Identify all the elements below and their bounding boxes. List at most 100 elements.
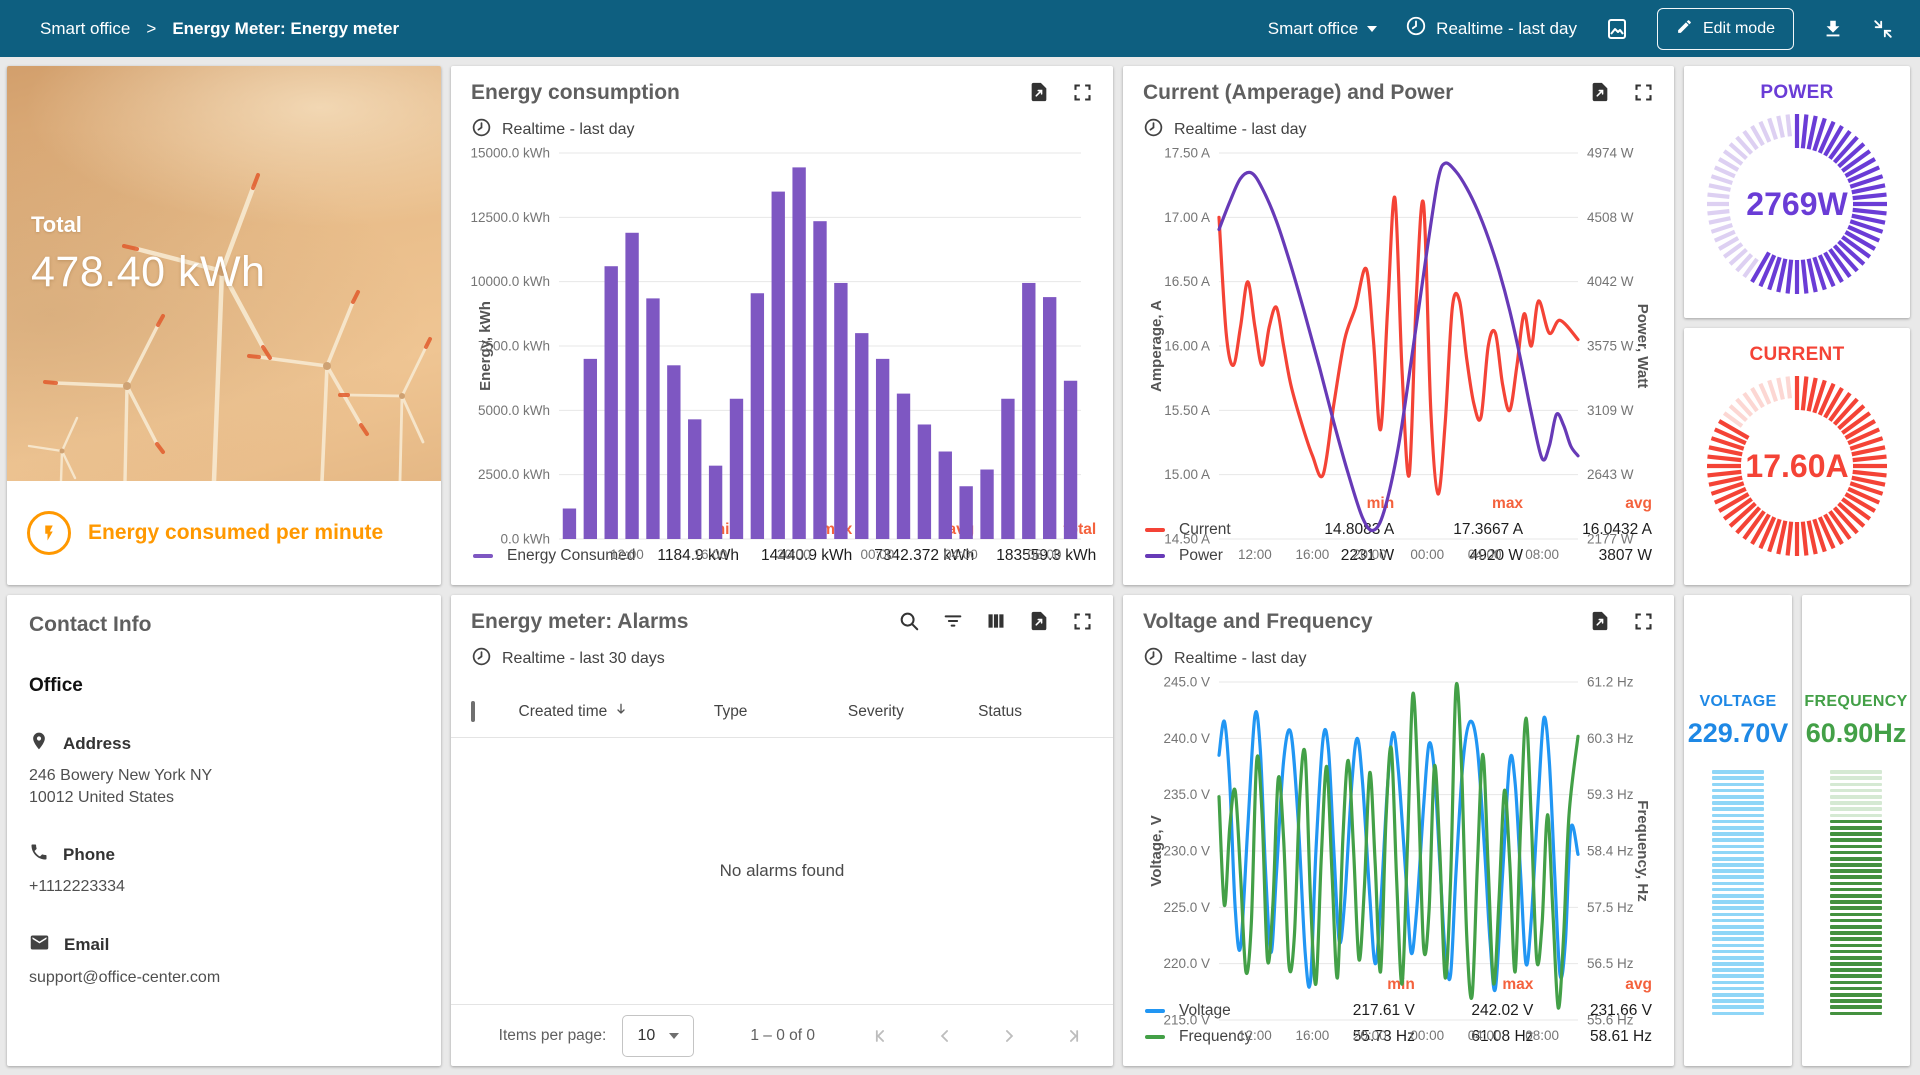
phone-value: +1112223334	[29, 876, 419, 898]
edit-mode-label: Edit mode	[1703, 20, 1775, 38]
timewindow-label: Realtime - last day	[502, 121, 635, 139]
svg-text:2643 W: 2643 W	[1587, 467, 1634, 482]
page-size-select[interactable]: 10	[622, 1015, 694, 1057]
frequency-gauge-value: 60.90Hz	[1806, 718, 1907, 749]
svg-text:15.00 A: 15.00 A	[1164, 467, 1210, 482]
svg-text:61.2 Hz: 61.2 Hz	[1587, 675, 1634, 690]
current-radial-gauge: 17.60A	[1703, 372, 1891, 565]
flash-icon	[27, 511, 71, 555]
svg-text:12:00: 12:00	[1238, 1028, 1272, 1043]
address-line-2: 10012 United States	[29, 787, 419, 809]
email-label: Email	[64, 935, 109, 955]
svg-text:58.4 Hz: 58.4 Hz	[1587, 844, 1634, 859]
clock-icon	[471, 117, 492, 143]
svg-text:12500.0 kWh: 12500.0 kWh	[471, 210, 550, 225]
page-size-value: 10	[637, 1027, 655, 1045]
timewindow-button[interactable]: Realtime - last day	[1405, 15, 1577, 42]
svg-text:17.00 A: 17.00 A	[1164, 210, 1210, 225]
svg-text:20:00: 20:00	[1353, 547, 1387, 562]
svg-text:00:00: 00:00	[1410, 547, 1444, 562]
svg-text:00:00: 00:00	[861, 547, 895, 562]
svg-text:Amperage, A: Amperage, A	[1148, 300, 1165, 392]
svg-text:3575 W: 3575 W	[1587, 339, 1634, 354]
email-value: support@office-center.com	[29, 967, 419, 989]
first-page-icon[interactable]	[871, 1026, 891, 1046]
fullscreen-icon[interactable]	[1072, 82, 1093, 103]
svg-text:5000.0 kWh: 5000.0 kWh	[478, 403, 550, 418]
collapse-icon[interactable]	[1872, 18, 1894, 40]
voltage-gauge-card: VOLTAGE 229.70V	[1684, 595, 1792, 1066]
frequency-level-gauge	[1830, 769, 1882, 1017]
no-alarms-message: No alarms found	[451, 738, 1113, 1004]
svg-text:56.5 Hz: 56.5 Hz	[1587, 956, 1634, 971]
svg-text:Power, Watt: Power, Watt	[1634, 304, 1651, 388]
svg-text:17.60A: 17.60A	[1745, 448, 1848, 484]
alarms-timewindow[interactable]: Realtime - last 30 days	[451, 646, 1113, 672]
fullscreen-icon[interactable]	[1072, 611, 1093, 632]
svg-text:Energy, kWh: Energy, kWh	[477, 301, 494, 391]
column-status[interactable]: Status	[978, 703, 1093, 721]
amperage-power-line-chart: 17.50 A4974 W17.00 A4508 W16.50 A4042 W1…	[1143, 143, 1654, 489]
energy-chart-timewindow[interactable]: Realtime - last day	[471, 117, 1093, 143]
amperage-power-card: Current (Amperage) and Power Realtime - …	[1123, 66, 1674, 585]
columns-icon[interactable]	[986, 611, 1006, 631]
address-line-1: 246 Bowery New York NY	[29, 765, 419, 787]
current-gauge-title: CURRENT	[1750, 344, 1845, 366]
clock-icon	[1143, 117, 1164, 143]
svg-text:10000.0 kWh: 10000.0 kWh	[471, 274, 550, 289]
total-label: Total	[31, 212, 265, 238]
column-severity[interactable]: Severity	[848, 703, 978, 721]
contact-title: Contact Info	[29, 613, 419, 637]
fullscreen-icon[interactable]	[1633, 82, 1654, 103]
page-range-label: 1 – 0 of 0	[750, 1027, 815, 1045]
voltage-gauge-title: VOLTAGE	[1699, 693, 1776, 711]
export-file-icon[interactable]	[1589, 610, 1611, 632]
svg-text:17.50 A: 17.50 A	[1164, 146, 1210, 161]
export-file-icon[interactable]	[1028, 81, 1050, 103]
search-icon[interactable]	[898, 610, 920, 632]
last-page-icon[interactable]	[1063, 1026, 1083, 1046]
edit-mode-button[interactable]: Edit mode	[1657, 8, 1794, 50]
energy-consumption-card: Energy consumption Realtime - last day 1…	[451, 66, 1113, 585]
voltage-frequency-timewindow[interactable]: Realtime - last day	[1143, 646, 1654, 672]
voltage-gauge-value: 229.70V	[1688, 718, 1789, 749]
svg-text:245.0 V: 245.0 V	[1163, 675, 1210, 690]
svg-text:2500.0 kWh: 2500.0 kWh	[478, 467, 550, 482]
filter-icon[interactable]	[942, 610, 964, 632]
edit-pencil-icon	[1676, 18, 1693, 40]
entity-select[interactable]: Smart office	[1268, 19, 1377, 39]
svg-text:240.0 V: 240.0 V	[1163, 731, 1210, 746]
export-file-icon[interactable]	[1028, 610, 1050, 632]
sort-desc-icon	[613, 701, 629, 722]
download-icon[interactable]	[1822, 18, 1844, 40]
amperage-power-timewindow[interactable]: Realtime - last day	[1143, 117, 1654, 143]
phone-label: Phone	[63, 845, 115, 865]
column-created-time[interactable]: Created time	[519, 701, 714, 722]
power-gauge-card: POWER 2769W	[1684, 66, 1910, 318]
column-type[interactable]: Type	[714, 703, 848, 721]
clock-icon	[1405, 15, 1427, 42]
dashboard-image-icon[interactable]	[1605, 17, 1629, 41]
breadcrumb-root[interactable]: Smart office	[40, 19, 130, 39]
select-all-checkbox[interactable]	[471, 701, 475, 722]
power-gauge-title: POWER	[1760, 82, 1833, 104]
alarms-card: Energy meter: Alarms	[451, 595, 1113, 1066]
frequency-gauge-card: FREQUENCY 60.90Hz	[1802, 595, 1910, 1066]
prev-page-icon[interactable]	[935, 1026, 955, 1046]
alarms-title: Energy meter: Alarms	[471, 610, 688, 634]
current-gauge-card: CURRENT 17.60A	[1684, 328, 1910, 585]
svg-text:08:00: 08:00	[1525, 547, 1559, 562]
svg-text:60.3 Hz: 60.3 Hz	[1587, 731, 1634, 746]
dropdown-caret-icon	[669, 1033, 679, 1039]
total-energy-card: Total 478.40 kWh Energy consumed per min…	[7, 66, 441, 585]
amperage-power-title: Current (Amperage) and Power	[1143, 81, 1453, 105]
next-page-icon[interactable]	[999, 1026, 1019, 1046]
voltage-frequency-card: Voltage and Frequency Realtime - last da…	[1123, 595, 1674, 1066]
export-file-icon[interactable]	[1589, 81, 1611, 103]
breadcrumb: Smart office > Energy Meter: Energy mete…	[40, 19, 399, 39]
fullscreen-icon[interactable]	[1633, 611, 1654, 632]
svg-text:230.0 V: 230.0 V	[1163, 844, 1210, 859]
timewindow-label: Realtime - last day	[1174, 121, 1307, 139]
total-value: 478.40 kWh	[31, 248, 265, 297]
email-icon	[29, 932, 50, 958]
